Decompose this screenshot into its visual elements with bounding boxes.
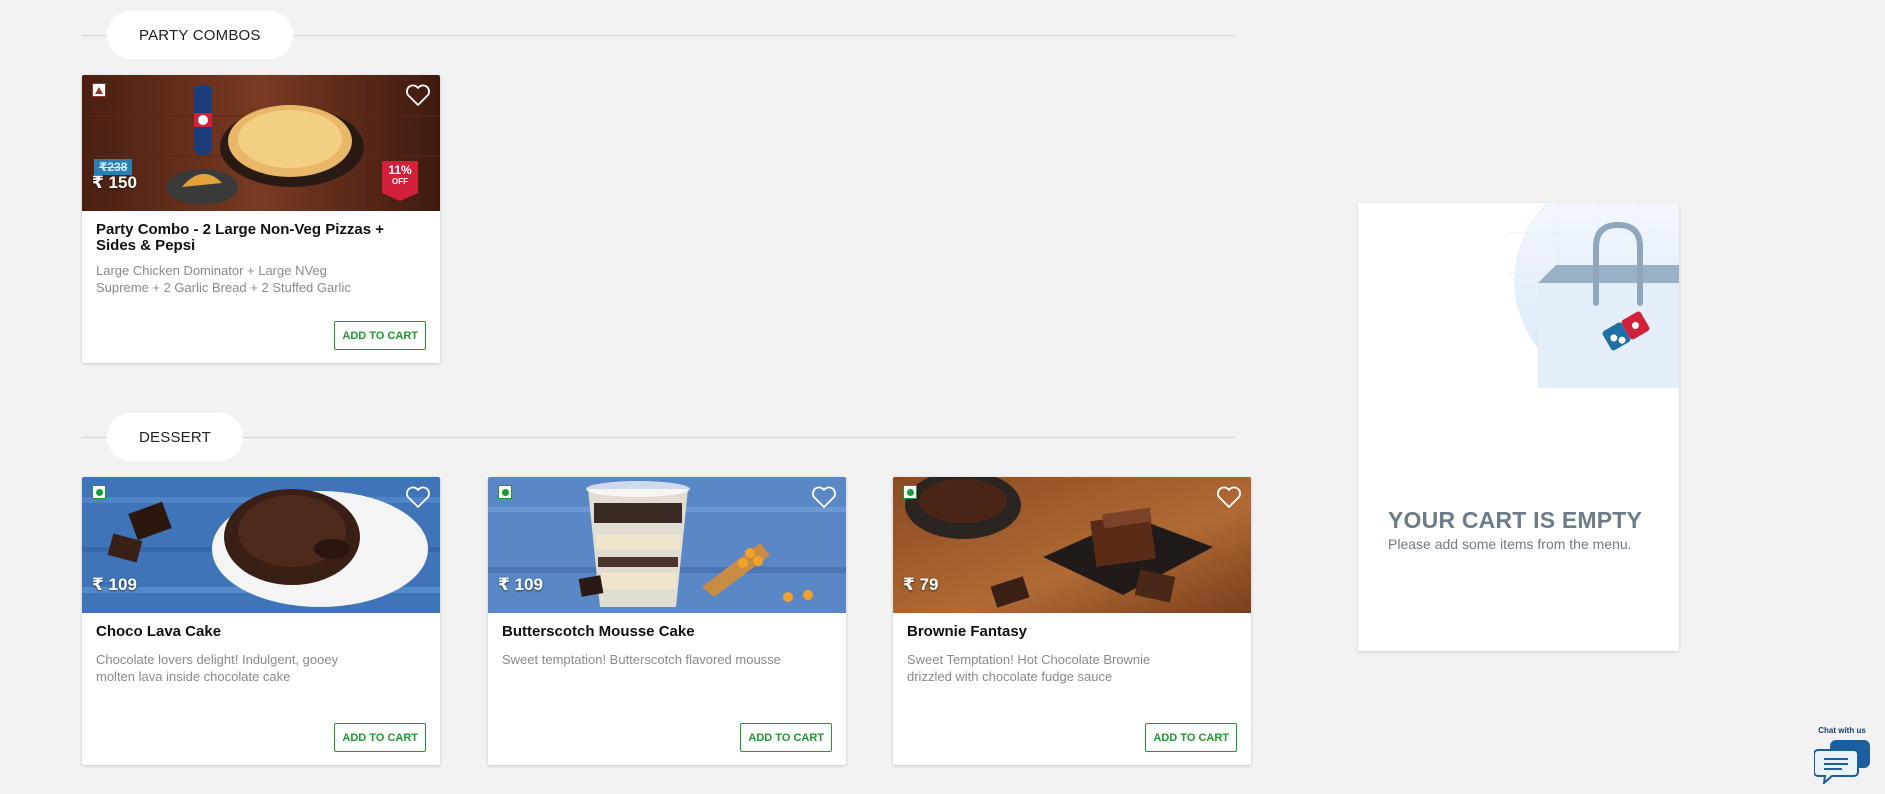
section-divider [82,437,1235,438]
veg-icon [498,485,512,499]
section-title: DESSERT [107,413,243,461]
product-price: ₹ 109 [92,575,137,594]
product-price: ₹ 109 [498,575,543,594]
product-description: Chocolate lovers delight! Indulgent, goo… [96,652,339,684]
heart-icon[interactable] [810,483,838,511]
product-card-brownie-fantasy[interactable]: ₹ 79 Brownie Fantasy Sweet Temptation! H… [893,477,1251,765]
product-image[interactable]: ₹ 109 [82,477,440,613]
shopping-bag-icon [1508,203,1679,388]
chat-icon[interactable] [1814,738,1874,784]
veg-icon [92,485,106,499]
product-price: ₹ 79 [903,575,939,594]
section-title: PARTY COMBOS [107,11,293,59]
section-header-party-combos: PARTY COMBOS [82,11,1235,61]
heart-icon[interactable] [404,483,432,511]
cart-empty-subtitle: Please add some items from the menu. [1388,536,1632,552]
product-image[interactable]: ₹238 ₹ 150 11% OFF [82,75,440,211]
product-title: Butterscotch Mousse Cake [502,623,695,640]
chat-label: Chat with us [1818,726,1866,735]
discount-unit: OFF [392,177,408,186]
section-header-dessert: DESSERT [82,413,1235,463]
product-price: ₹ 150 [92,173,137,192]
product-title: Party Combo - 2 Large Non-Veg Pizzas + S… [96,221,384,254]
chat-widget[interactable]: Chat with us [1808,724,1876,786]
product-card-butterscotch-mousse-cake[interactable]: ₹ 109 Butterscotch Mousse Cake Sweet tem… [488,477,846,765]
product-image[interactable]: ₹ 79 [893,477,1251,613]
cart-empty-title: YOUR CART IS EMPTY [1388,507,1643,533]
add-to-cart-button[interactable]: ADD TO CART [334,321,426,350]
discount-badge: 11% OFF [382,161,418,201]
add-to-cart-button[interactable]: ADD TO CART [334,723,426,752]
add-to-cart-button[interactable]: ADD TO CART [1145,723,1237,752]
product-description: Sweet temptation! Butterscotch flavored … [502,652,781,667]
heart-icon[interactable] [1215,483,1243,511]
product-card-choco-lava-cake[interactable]: ₹ 109 Choco Lava Cake Chocolate lovers d… [82,477,440,765]
heart-icon[interactable] [404,81,432,109]
product-description: Large Chicken Dominator + Large NVeg Sup… [96,263,351,295]
cart-panel: YOUR CART IS EMPTY Please add some items… [1358,203,1679,651]
non-veg-icon [92,83,106,97]
product-description: Sweet Temptation! Hot Chocolate Brownie … [907,652,1151,684]
product-title: Brownie Fantasy [907,623,1028,640]
add-to-cart-button[interactable]: ADD TO CART [740,723,832,752]
product-image[interactable]: ₹ 109 [488,477,846,613]
discount-value: 11% [388,163,412,177]
product-title: Choco Lava Cake [96,623,222,640]
product-card-party-combo[interactable]: ₹238 ₹ 150 11% OFF Party Combo - 2 Large… [82,75,440,363]
veg-icon [903,485,917,499]
